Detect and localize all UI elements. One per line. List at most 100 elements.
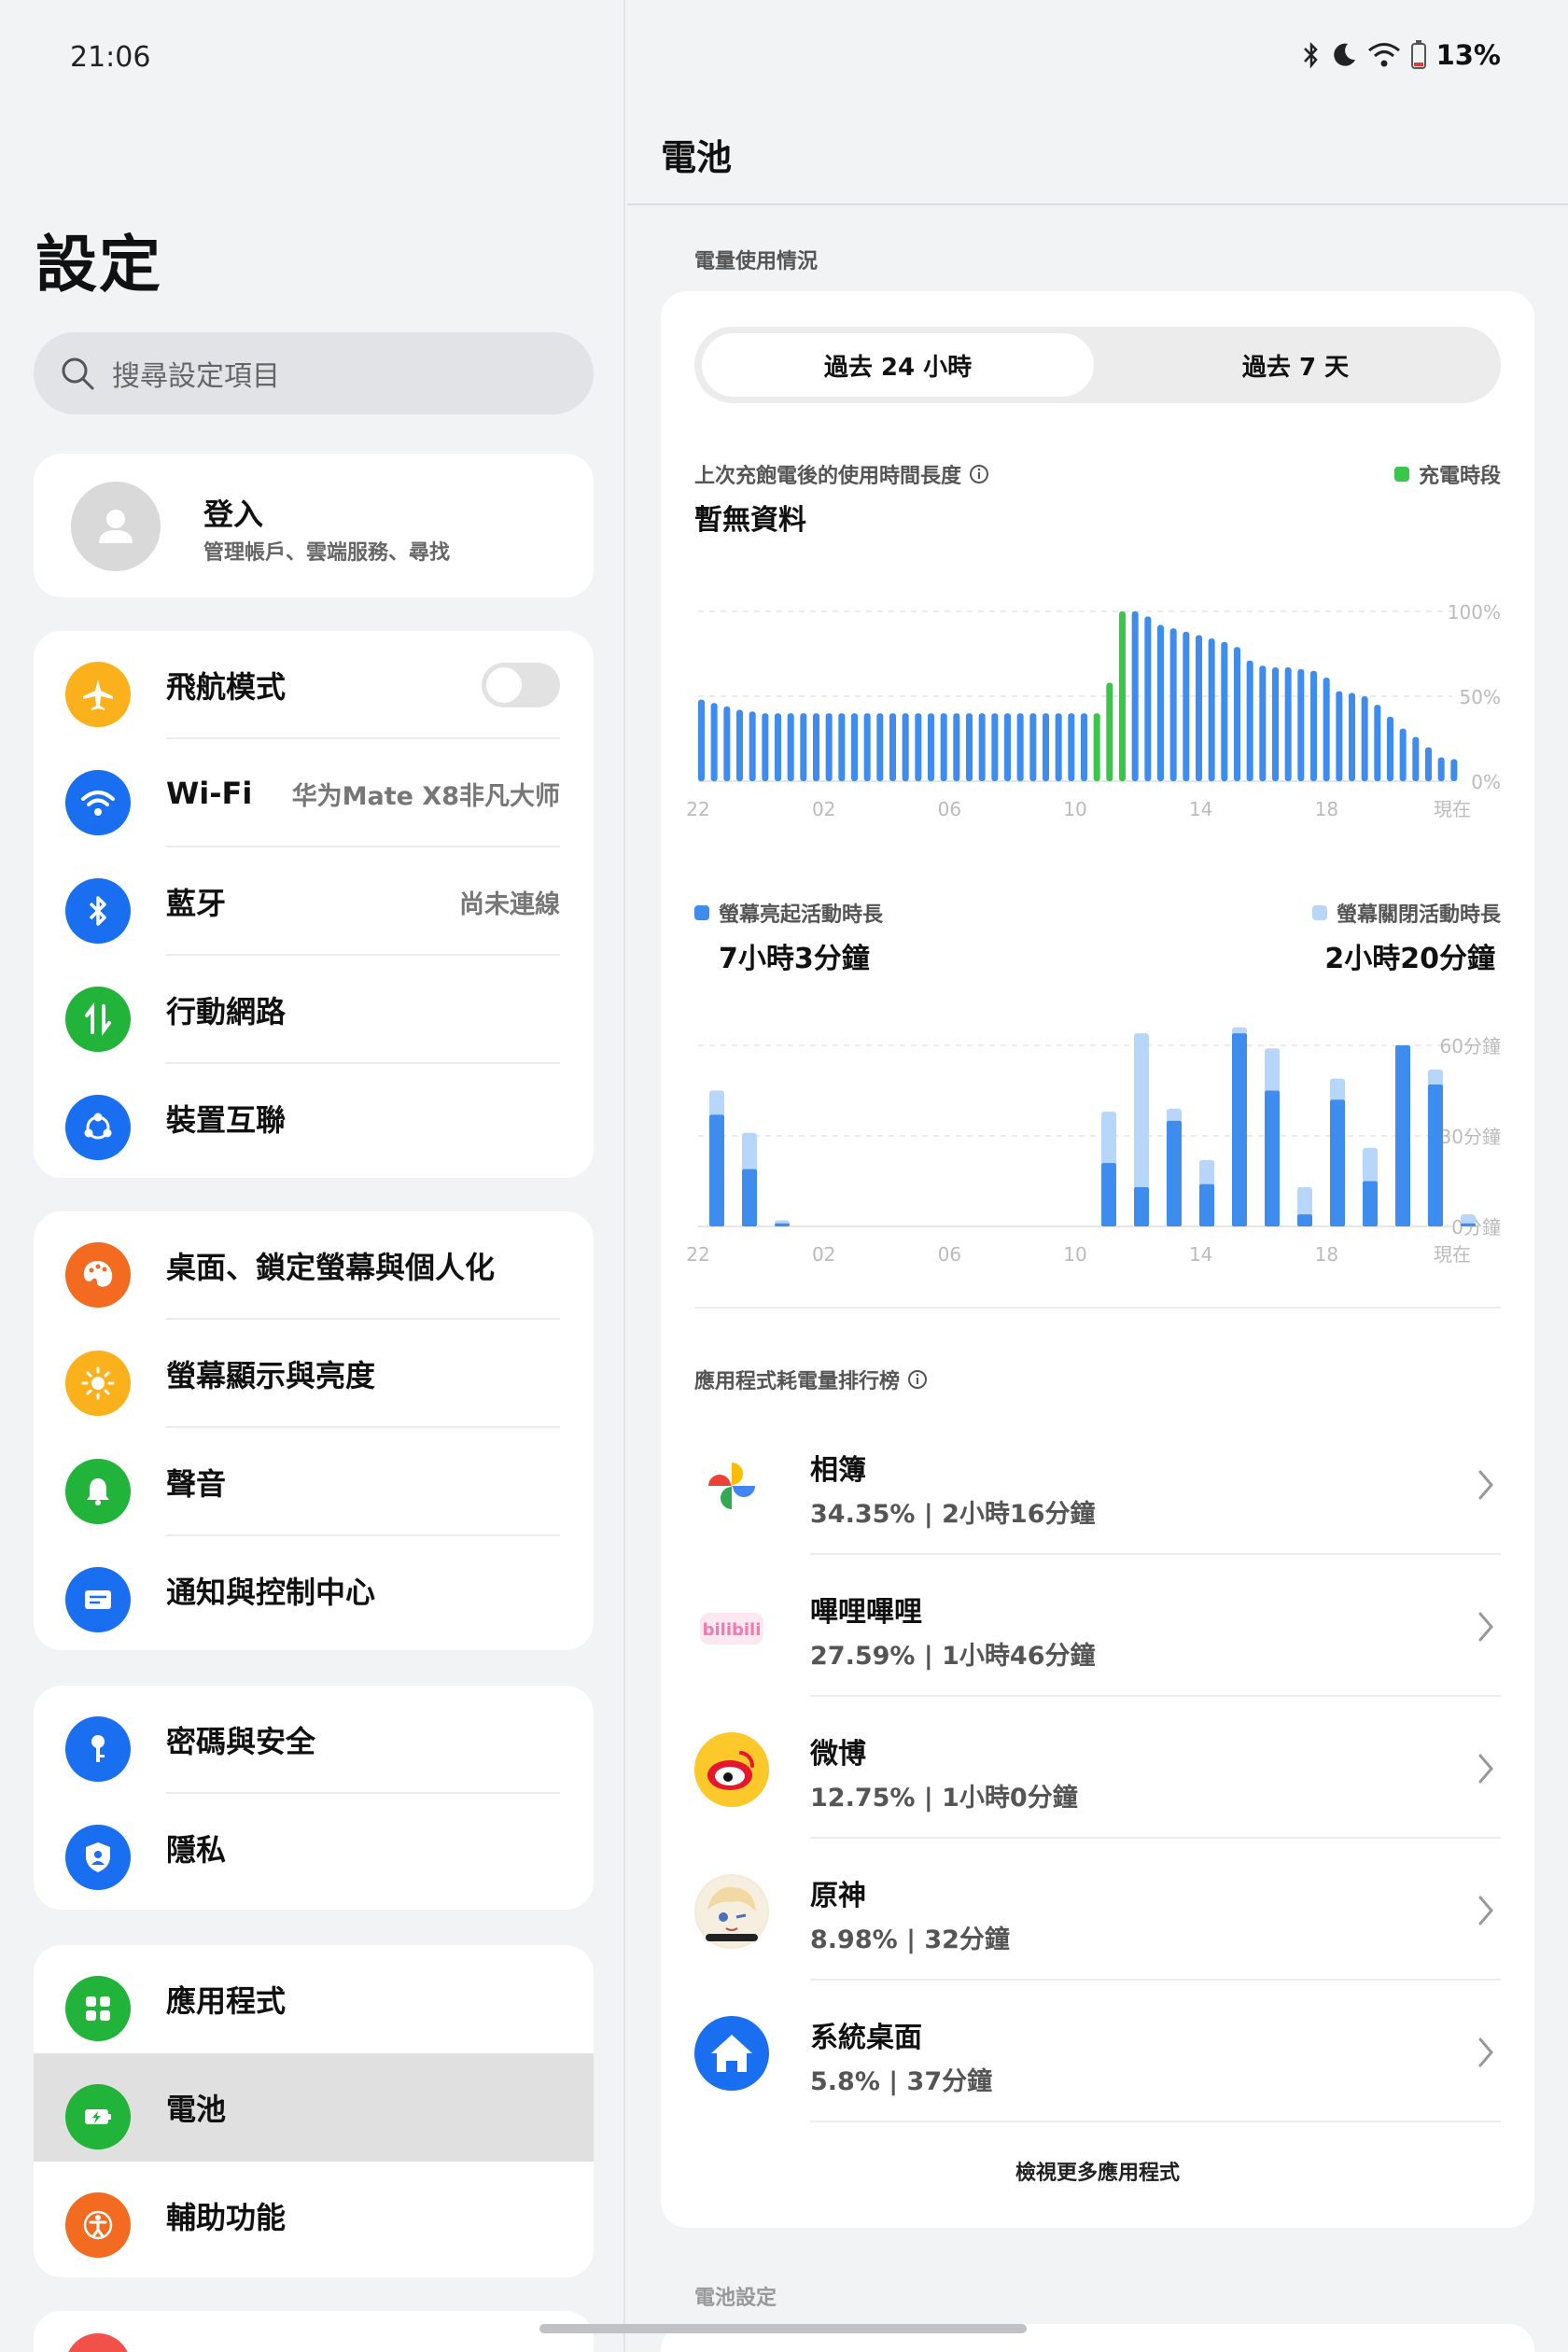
account-title: 登入 xyxy=(203,497,264,532)
view-more-apps-link[interactable]: 檢視更多應用程式 xyxy=(661,2156,1534,2186)
since-full-charge-label-wrap: 上次充飽電後的使用時間長度 xyxy=(694,459,989,489)
chevron-right-icon xyxy=(1478,2037,1493,2067)
notification-row[interactable]: 通知與控制中心 xyxy=(34,1536,594,1645)
password-security-row[interactable]: 密碼與安全 xyxy=(34,1686,594,1794)
battery-bar xyxy=(1349,693,1355,781)
battery-bar xyxy=(1284,667,1292,781)
search-icon xyxy=(62,357,94,390)
battery-bar xyxy=(889,713,896,781)
bilibili-icon: bilibili xyxy=(694,1590,769,1665)
battery-bar xyxy=(1004,713,1011,781)
screen-off-bar xyxy=(742,1132,757,1171)
info-icon[interactable] xyxy=(907,1369,928,1390)
battery-bar xyxy=(1169,628,1177,781)
battery-bar xyxy=(1246,660,1253,781)
screen-off-bar xyxy=(709,1090,724,1117)
battery-bar xyxy=(953,713,960,781)
battery-level-chart: 0% 50% 100% 22 02 06 10 14 18 現在 xyxy=(686,601,1501,820)
app-name: 相簿 xyxy=(810,1454,866,1487)
battery-bar xyxy=(736,709,743,781)
screen-on-swatch xyxy=(694,905,709,920)
display-group: 桌面、鎖定螢幕與個人化 螢幕顯示與亮度 聲音 通知與控制中心 xyxy=(34,1211,594,1650)
battery-bar xyxy=(1297,668,1305,781)
device-connect-icon xyxy=(65,1095,131,1160)
battery-bar xyxy=(838,713,846,781)
screen-on-bar xyxy=(1428,1085,1443,1226)
privacy-row[interactable]: 隱私 xyxy=(34,1794,594,1902)
wifi-row[interactable]: Wi-Fi 华为Mate X8非凡大师 xyxy=(34,739,594,847)
battery-bar xyxy=(1196,635,1202,781)
home-icon xyxy=(694,2016,769,2091)
app-usage: 12.75% | 1小時0分鐘 xyxy=(810,1784,1078,1813)
x-tick-label: 22 xyxy=(686,798,709,820)
display-brightness-label: 螢幕顯示與亮度 xyxy=(166,1358,376,1393)
home-indicator-right[interactable] xyxy=(765,2324,1027,2333)
airplane-mode-row[interactable]: 飛航模式 xyxy=(34,631,594,739)
header-divider xyxy=(627,203,1568,205)
tab-past-7d[interactable]: 過去 7 天 xyxy=(1098,333,1493,397)
battery-bar xyxy=(1310,670,1317,781)
bluetooth-row[interactable]: 藍牙 尚未連線 xyxy=(34,847,594,956)
home-lockscreen-row[interactable]: 桌面、鎖定螢幕與個人化 xyxy=(34,1211,594,1320)
weibo-icon xyxy=(694,1732,769,1807)
palette-icon xyxy=(65,1242,131,1308)
app-row-photos[interactable]: 相簿 34.35% | 2小時16分鐘 xyxy=(694,1413,1501,1555)
next-group-card xyxy=(34,2311,594,2352)
battery-bar xyxy=(787,713,794,781)
battery-bar xyxy=(1361,696,1368,781)
battery-bar xyxy=(1272,667,1279,781)
x-tick-label: 02 xyxy=(812,798,835,820)
battery-bar xyxy=(863,713,871,781)
time-range-segmented: 過去 24 小時 過去 7 天 xyxy=(694,327,1501,403)
app-row-genshin[interactable]: 原神 8.98% | 32分鐘 xyxy=(694,1839,1501,1981)
battery-bar xyxy=(800,713,807,781)
x-tick-label: 18 xyxy=(1315,1243,1338,1266)
battery-row[interactable]: 電池 xyxy=(34,2053,594,2162)
x-tick-label: 現在 xyxy=(1434,1243,1471,1266)
device-connect-row[interactable]: 裝置互聯 xyxy=(34,1064,594,1172)
apps-row[interactable]: 應用程式 xyxy=(34,1945,594,2053)
divider xyxy=(810,2121,1501,2122)
sound-row[interactable]: 聲音 xyxy=(34,1428,594,1536)
app-row-bilibili[interactable]: bilibili 嗶哩嗶哩 27.59% | 1小時46分鐘 xyxy=(694,1555,1501,1697)
battery-bar xyxy=(1183,631,1190,781)
battery-bar xyxy=(1131,611,1139,781)
app-row-weibo[interactable]: 微博 12.75% | 1小時0分鐘 xyxy=(694,1697,1501,1839)
battery-bar xyxy=(1412,736,1420,781)
battery-bar xyxy=(978,713,986,781)
x-tick-label: 14 xyxy=(1189,798,1212,820)
since-full-charge-label: 上次充飽電後的使用時間長度 xyxy=(694,465,962,488)
info-icon[interactable] xyxy=(969,464,989,484)
battery-bar xyxy=(710,703,718,781)
airplane-icon xyxy=(65,662,131,727)
accessibility-icon xyxy=(65,2192,131,2258)
account-card[interactable]: 登入 管理帳戶、雲端服務、尋找 xyxy=(34,454,594,597)
accessibility-row[interactable]: 輔助功能 xyxy=(34,2162,594,2270)
app-usage: 27.59% | 1小時46分鐘 xyxy=(810,1642,1096,1671)
chevron-right-icon xyxy=(1478,1896,1493,1925)
display-brightness-row[interactable]: 螢幕顯示與亮度 xyxy=(34,1320,594,1428)
chart-divider xyxy=(694,1307,1501,1309)
screen-on-bar xyxy=(775,1223,790,1226)
app-row-launcher[interactable]: 系統桌面 5.8% | 37分鐘 xyxy=(694,1981,1501,2122)
battery-bar xyxy=(1016,713,1024,781)
bluetooth-value: 尚未連線 xyxy=(459,889,560,919)
mobile-network-row[interactable]: 行動網路 xyxy=(34,956,594,1064)
battery-bar xyxy=(1374,705,1381,781)
usage-section-label: 電量使用情況 xyxy=(694,250,819,273)
battery-bar xyxy=(1144,616,1152,781)
search-input[interactable]: 搜尋設定項目 xyxy=(34,332,594,414)
battery-bar xyxy=(723,706,731,781)
bell-icon xyxy=(65,1459,131,1524)
battery-bar xyxy=(1081,713,1087,781)
battery-bar xyxy=(813,713,819,781)
screen-on-bar xyxy=(1265,1090,1280,1226)
app-name: 微博 xyxy=(810,1738,866,1771)
sound-label: 聲音 xyxy=(166,1466,227,1502)
airplane-mode-toggle[interactable] xyxy=(482,663,560,707)
tab-past-24h[interactable]: 過去 24 小時 xyxy=(702,333,1094,397)
charging-legend-swatch xyxy=(1393,467,1409,482)
battery-bar xyxy=(749,711,756,781)
battery-bar xyxy=(1106,682,1113,781)
battery-bar xyxy=(1259,665,1267,781)
